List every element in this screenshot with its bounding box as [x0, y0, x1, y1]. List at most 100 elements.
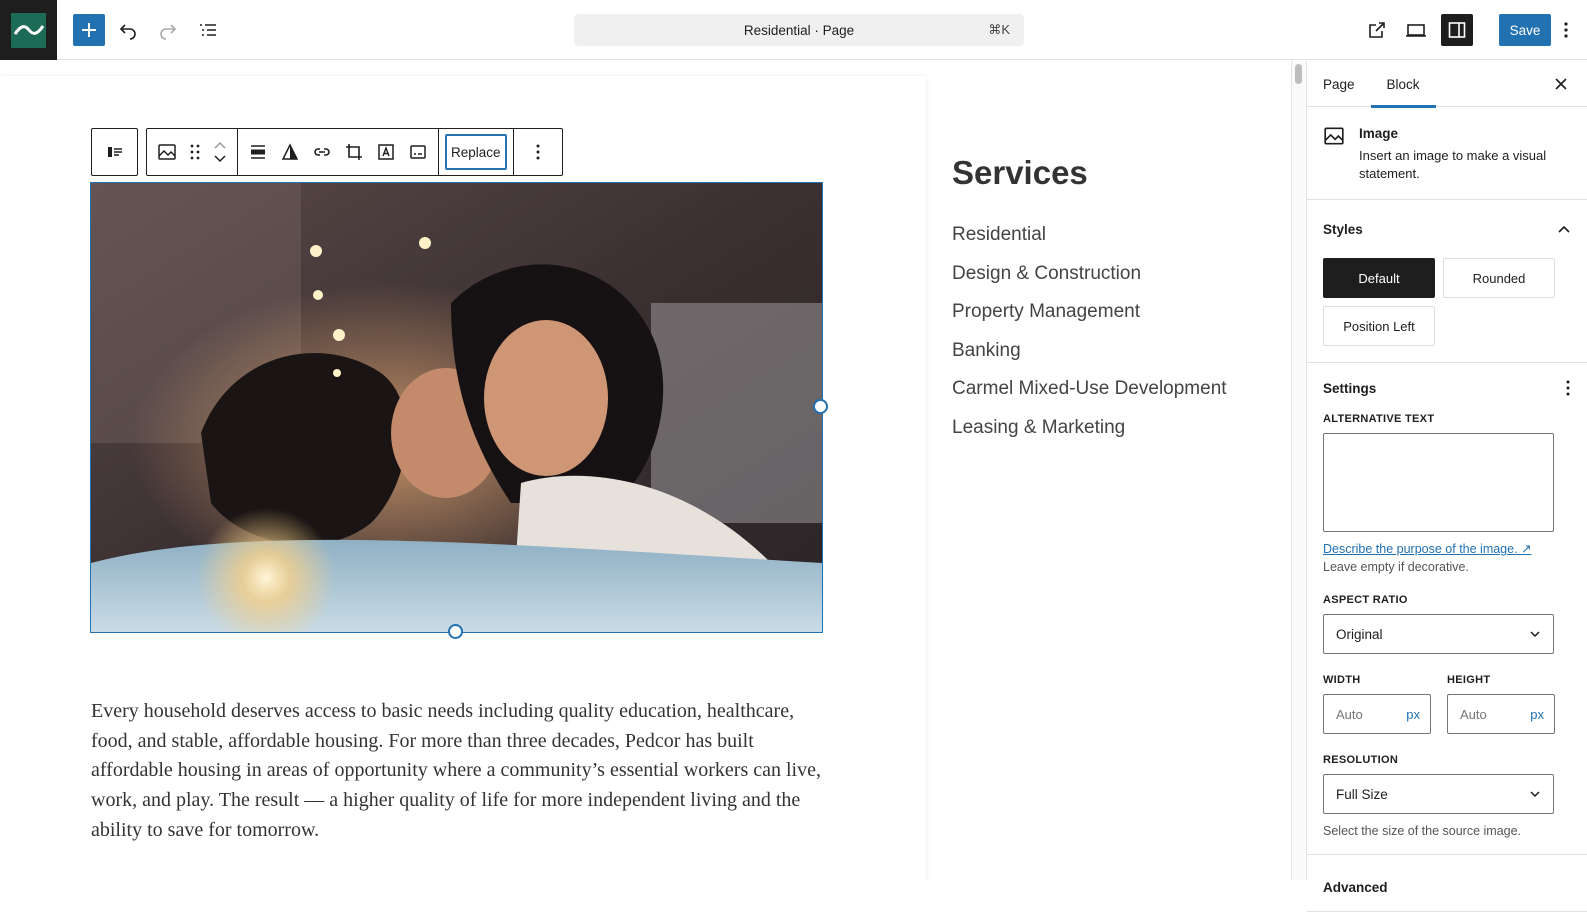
service-item[interactable]: Carmel Mixed-Use Development: [952, 375, 1227, 414]
drag-handle[interactable]: [183, 134, 207, 170]
replace-button[interactable]: Replace: [445, 134, 507, 170]
move-up-icon[interactable]: [213, 141, 227, 149]
services-list: Residential Design & Construction Proper…: [952, 221, 1227, 453]
sidebar-icon: [1448, 22, 1466, 38]
width-placeholder: Auto: [1336, 706, 1363, 722]
redo-icon: [160, 24, 177, 40]
resolution-label: RESOLUTION: [1323, 754, 1399, 766]
image-block[interactable]: [90, 182, 823, 633]
resize-handle-bottom[interactable]: [448, 624, 463, 639]
caption-icon: [410, 145, 426, 159]
shortcut-hint: ⌘K: [988, 22, 1010, 37]
service-item[interactable]: Residential: [952, 221, 1227, 260]
image-icon: [158, 144, 176, 160]
editor-header: Residential · Page ⌘K Save: [0, 0, 1587, 60]
close-icon: [1555, 78, 1567, 90]
width-input[interactable]: Auto px: [1323, 694, 1431, 734]
paragraph-block[interactable]: Every household deserves access to basic…: [91, 697, 831, 846]
overlay-text-icon: [378, 144, 394, 160]
more-vertical-icon[interactable]: [1565, 379, 1571, 397]
document-title: Residential · Page: [743, 22, 855, 38]
style-default[interactable]: Default: [1323, 258, 1435, 298]
settings-panel-header: Settings: [1323, 363, 1571, 413]
chevron-up-icon: [1558, 225, 1570, 233]
canvas-scrollbar[interactable]: [1291, 61, 1305, 880]
block-movers: [207, 132, 233, 172]
align-wide-icon: [251, 145, 265, 159]
undo-button[interactable]: [112, 14, 144, 46]
duotone-button[interactable]: [274, 134, 306, 170]
advanced-panel-toggle[interactable]: Advanced: [1323, 855, 1571, 895]
undo-icon: [119, 24, 136, 40]
advanced-panel: Advanced: [1307, 855, 1587, 912]
alt-text-label: ALTERNATIVE TEXT: [1323, 413, 1435, 425]
text-overlay-button[interactable]: [370, 134, 402, 170]
scrollbar-thumb[interactable]: [1295, 64, 1302, 84]
width-label: WIDTH: [1323, 674, 1361, 686]
parent-block-icon: [107, 147, 122, 157]
sidebar-tabs: Page Block: [1307, 61, 1587, 108]
advanced-panel-title: Advanced: [1323, 880, 1388, 895]
redo-button[interactable]: [152, 14, 184, 46]
image-icon: [1324, 127, 1344, 145]
styles-panel-title: Styles: [1323, 221, 1363, 237]
add-block-button[interactable]: [73, 14, 105, 46]
width-unit[interactable]: px: [1406, 707, 1420, 722]
settings-sidebar-toggle[interactable]: [1441, 14, 1473, 46]
view-page-button[interactable]: [1361, 14, 1393, 46]
filter-icon: [281, 143, 299, 160]
block-type-button[interactable]: [151, 134, 183, 170]
settings-sidebar: Page Block Image Insert an image to make…: [1306, 61, 1587, 912]
link-button[interactable]: [306, 134, 338, 170]
chevron-down-icon: [1530, 791, 1540, 798]
site-logo[interactable]: [0, 0, 57, 60]
align-button[interactable]: [242, 134, 274, 170]
height-unit[interactable]: px: [1530, 707, 1544, 722]
editor-canvas: Replace Every household deserves access …: [0, 61, 1306, 880]
style-position-left[interactable]: Position Left: [1323, 306, 1435, 346]
options-menu-button[interactable]: [1553, 14, 1579, 46]
services-heading[interactable]: Services: [952, 154, 1088, 192]
alt-text-help: Leave empty if decorative.: [1323, 560, 1469, 574]
move-down-icon[interactable]: [213, 155, 227, 163]
style-rounded[interactable]: Rounded: [1443, 258, 1555, 298]
alt-text-field[interactable]: [1323, 433, 1554, 532]
block-toolbar: Replace: [91, 128, 563, 176]
tab-block[interactable]: Block: [1370, 61, 1436, 108]
tab-page[interactable]: Page: [1307, 61, 1371, 107]
alt-text-help-link[interactable]: Describe the purpose of the image. ↗: [1323, 541, 1532, 556]
resolution-select[interactable]: Full Size: [1323, 774, 1554, 814]
command-palette-bar[interactable]: Residential · Page ⌘K: [574, 14, 1024, 46]
desktop-icon: [1406, 24, 1426, 37]
settings-panel: Settings ALTERNATIVE TEXT Describe the p…: [1307, 363, 1587, 855]
external-link-icon: [1369, 22, 1385, 38]
preview-device-button[interactable]: [1400, 14, 1432, 46]
styles-panel-toggle[interactable]: Styles: [1323, 200, 1571, 258]
more-vertical-icon: [536, 144, 540, 160]
aspect-ratio-select[interactable]: Original: [1323, 614, 1554, 654]
crop-button[interactable]: [338, 134, 370, 170]
chevron-down-icon: [1530, 631, 1540, 638]
select-parent-button[interactable]: [99, 134, 131, 170]
close-sidebar-button[interactable]: [1549, 72, 1573, 96]
service-item[interactable]: Design & Construction: [952, 260, 1227, 299]
parent-selector-group: [91, 128, 138, 176]
resize-handle-right[interactable]: [813, 399, 828, 414]
block-card-title: Image: [1359, 126, 1399, 141]
block-card: Image Insert an image to make a visual s…: [1307, 107, 1587, 200]
service-item[interactable]: Banking: [952, 337, 1227, 376]
plus-icon: [82, 23, 96, 37]
more-vertical-icon: [1564, 22, 1568, 38]
service-item[interactable]: Property Management: [952, 298, 1227, 337]
height-input[interactable]: Auto px: [1447, 694, 1555, 734]
link-icon: [314, 148, 330, 156]
block-options-button[interactable]: [518, 134, 558, 170]
caption-button[interactable]: [402, 134, 434, 170]
list-view-icon: [200, 24, 216, 36]
aspect-ratio-value: Original: [1336, 626, 1383, 642]
aspect-ratio-label: ASPECT RATIO: [1323, 594, 1408, 606]
resolution-help: Select the size of the source image.: [1323, 824, 1522, 838]
save-button[interactable]: Save: [1499, 14, 1551, 46]
service-item[interactable]: Leasing & Marketing: [952, 414, 1227, 453]
document-overview-button[interactable]: [192, 14, 224, 46]
